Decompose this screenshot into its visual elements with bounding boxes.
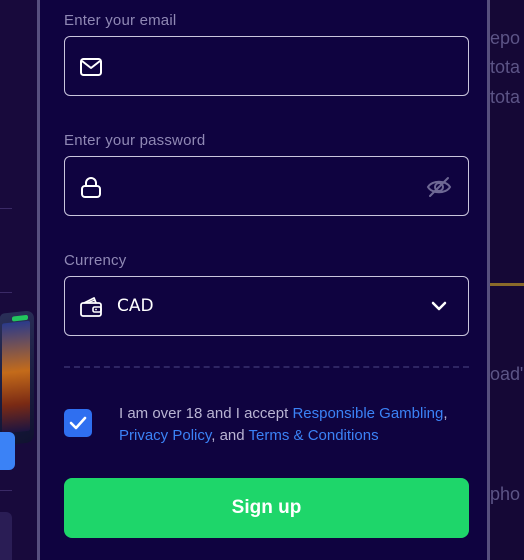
consent-separator: , and bbox=[211, 427, 249, 444]
background-text-fragment: pho bbox=[490, 484, 521, 504]
responsible-gambling-link[interactable]: Responsible Gambling bbox=[292, 405, 443, 422]
background-divider bbox=[0, 208, 12, 209]
privacy-policy-link[interactable]: Privacy Policy bbox=[119, 427, 211, 444]
background-divider bbox=[0, 490, 12, 491]
chevron-down-icon[interactable] bbox=[426, 294, 452, 318]
consent-prefix: I am over 18 and I accept bbox=[119, 405, 293, 422]
background-left-panel bbox=[0, 0, 38, 560]
sign-up-button[interactable]: Sign up bbox=[64, 478, 469, 538]
background-phone-image bbox=[0, 310, 34, 446]
currency-label: Currency bbox=[64, 252, 127, 269]
password-field[interactable] bbox=[64, 156, 469, 216]
section-divider bbox=[64, 366, 469, 368]
terms-conditions-link[interactable]: Terms & Conditions bbox=[249, 427, 379, 444]
background-accent-line bbox=[490, 283, 524, 286]
eye-off-icon[interactable] bbox=[426, 175, 452, 199]
background-text-fragment: oad" bbox=[490, 364, 524, 384]
wallet-icon bbox=[79, 296, 103, 318]
background-divider bbox=[0, 292, 12, 293]
background-text-fragment: tota bbox=[490, 87, 521, 107]
password-label: Enter your password bbox=[64, 132, 206, 149]
password-input[interactable] bbox=[117, 167, 417, 205]
background-right-panel: epo tota tota oad" pho bbox=[490, 0, 524, 560]
currency-select[interactable]: CAD bbox=[64, 276, 469, 336]
consent-text: I am over 18 and I accept Responsible Ga… bbox=[119, 403, 479, 447]
checkmark-icon bbox=[69, 416, 87, 430]
background-text-fragment: epo bbox=[490, 28, 521, 48]
email-label: Enter your email bbox=[64, 12, 177, 29]
background-blue-tab bbox=[0, 432, 15, 470]
signup-modal: Enter your email Enter your password Cur… bbox=[37, 0, 490, 560]
currency-selected-value: CAD bbox=[117, 296, 154, 316]
age-consent-checkbox[interactable] bbox=[64, 409, 92, 437]
email-input[interactable] bbox=[117, 47, 417, 85]
background-text-fragment: tota bbox=[490, 57, 521, 77]
background-box bbox=[0, 512, 12, 560]
mail-icon bbox=[79, 56, 103, 78]
consent-separator: , bbox=[443, 405, 448, 422]
background-phone-screen bbox=[2, 320, 30, 434]
email-field[interactable] bbox=[64, 36, 469, 96]
lock-icon bbox=[79, 176, 103, 198]
